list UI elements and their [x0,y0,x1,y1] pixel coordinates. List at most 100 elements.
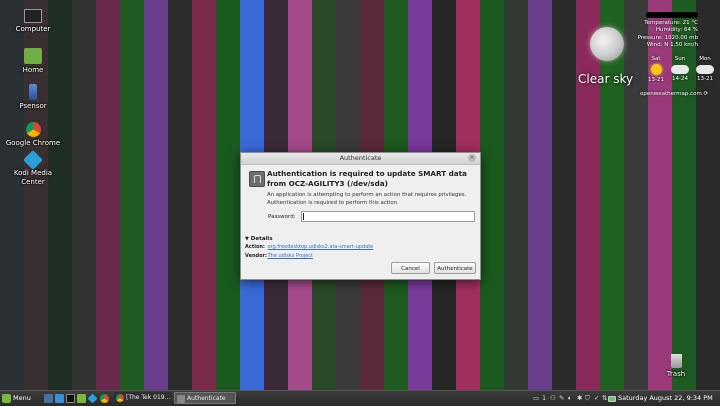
forecast-day-label: Sat [651,56,661,62]
details-label: Details [250,236,273,242]
wallpaper-stripe [96,0,120,390]
desktop-icon-label: Google Chrome [5,139,61,147]
wallpaper-stripe [72,0,96,390]
lock-icon [249,171,265,187]
desktop-icon-google-chrome[interactable]: Google Chrome [3,122,63,148]
wallpaper-stripe [192,0,216,390]
menu-button[interactable]: Menu [2,393,31,404]
cancel-button[interactable]: Cancel [391,262,430,274]
forecast-day: Sun 14-24 [668,56,692,82]
dialog-titlebar[interactable]: Authenticate × [241,153,480,165]
desktop-icon-label: Trash [666,370,686,378]
wallpaper-stripe [528,0,552,390]
taskbar: Menu [The Tek 019... Authenticate ▭ 1 ⚇ … [0,390,720,406]
dialog-message-line: Authentication is required to perform th… [267,200,399,206]
desktop-icon-kodi[interactable]: Kodi Media Center [3,150,63,187]
tools-icon[interactable]: ✎ [559,394,564,403]
show-desktop-icon[interactable] [44,394,53,403]
password-label: Password: [268,214,296,220]
forecast-range: 14-24 [672,76,688,82]
authenticate-dialog: Authenticate × Authentication is require… [240,152,481,280]
psensor-icon [29,84,37,100]
kodi-icon [23,150,43,170]
volume-icon[interactable]: 🔈︎ [568,394,572,403]
menu-label: Menu [13,394,31,402]
cloud-icon [671,65,689,74]
password-field[interactable] [301,211,475,222]
home-folder-icon [24,48,42,64]
details-action-row: Action: org.freedesktop.udisks2.ata-smar… [245,244,373,250]
dialog-title: Authenticate [339,154,382,162]
wallpaper-stripe [576,0,600,390]
wallpaper-stripe [120,0,144,390]
wallpaper-stripe [144,0,168,390]
files-icon[interactable] [77,394,86,403]
action-link[interactable]: org.freedesktop.udisks2.ata-smart-update [268,244,374,250]
desktop-icon-label: Computer [15,25,51,33]
task-label: Authenticate [187,395,226,402]
vendor-link[interactable]: The udisks Project [268,253,313,259]
redacted-location [646,12,698,18]
terminal-icon[interactable] [66,394,75,403]
desktop-icon-home[interactable]: Home [3,48,63,75]
forecast-day-label: Sun [674,56,686,62]
sun-icon [650,64,662,75]
computer-icon [24,9,42,23]
authenticate-button[interactable]: Authenticate [434,262,476,274]
taskbar-task-authenticate[interactable]: Authenticate [174,392,236,404]
details-expander[interactable]: ▼ Details [245,236,272,242]
forecast-range: 13-21 [648,77,664,83]
desktop-icon-trash[interactable]: Trash [646,354,706,379]
wallpaper-stripe [480,0,504,390]
action-key: Action: [245,244,265,250]
weather-humidity: Humidity: 64 % [655,27,698,34]
dialog-message: An application is attempting to perform … [267,191,475,207]
vendor-key: Vendor: [245,253,268,259]
dialog-heading: Authentication is required to update SMA… [267,169,467,188]
forecast-day-label: Mon [699,56,711,62]
weather-wind: Wind: N 1.50 km/h [646,42,698,49]
wallpaper-stripe [552,0,576,390]
battery-icon[interactable] [608,396,616,402]
moon-icon [590,27,624,61]
mint-logo-icon [2,394,11,403]
update-icon[interactable]: ✓ [594,394,599,403]
wallpaper-stripe [504,0,528,390]
shield-icon[interactable]: ⛉ [585,394,590,403]
desktop-icon-psensor[interactable]: Psensor [3,84,63,111]
dialog-message-line: An application is attempting to perform … [267,192,467,198]
weather-condition: Clear sky [578,72,634,86]
lock-icon [177,395,185,403]
trash-icon [670,354,682,368]
system-settings-icon[interactable] [55,394,64,403]
task-label: [The Tek 019... [126,394,171,401]
desktop-icon-computer[interactable]: Computer [3,9,63,34]
desktop-icon-label: Psensor [19,102,47,110]
forecast-day: Mon 13-21 [693,56,717,82]
weather-provider: openweathermap.com ⟳ [640,91,708,97]
taskbar-task-browser[interactable]: [The Tek 019... [114,392,172,404]
close-icon[interactable]: × [468,154,476,162]
bluetooth-icon[interactable]: ✱ [577,394,582,403]
desktop-icon-label: Kodi Media Center [13,169,53,186]
forecast-day: Sat 13-21 [644,56,668,83]
desktop-icon-label: Home [22,66,44,74]
chrome-icon[interactable] [100,394,109,403]
kodi-icon[interactable] [87,393,98,404]
clock[interactable]: Saturday August 22, 9:34 PM [618,392,713,404]
cloud-icon [696,65,714,74]
chevron-down-icon: ▼ [245,236,249,242]
weather-details: Temperature: 21 °C Humidity: 64 % Pressu… [636,20,698,50]
weather-provider-label: openweathermap.com [640,91,702,97]
chrome-icon [25,122,41,137]
forecast-range: 13-21 [697,76,713,82]
wallpaper-stripe [216,0,240,390]
network-icon[interactable]: ⇅ [602,394,607,403]
details-vendor-row: Vendor: The udisks Project [245,253,313,259]
user-icon[interactable]: ⚇ [550,394,556,403]
workspace-indicator[interactable]: 1 [542,394,546,403]
refresh-icon[interactable]: ⟳ [704,91,709,97]
notification-icon[interactable]: ▭ [533,394,539,403]
chrome-icon [116,394,124,402]
wallpaper-stripe [168,0,192,390]
